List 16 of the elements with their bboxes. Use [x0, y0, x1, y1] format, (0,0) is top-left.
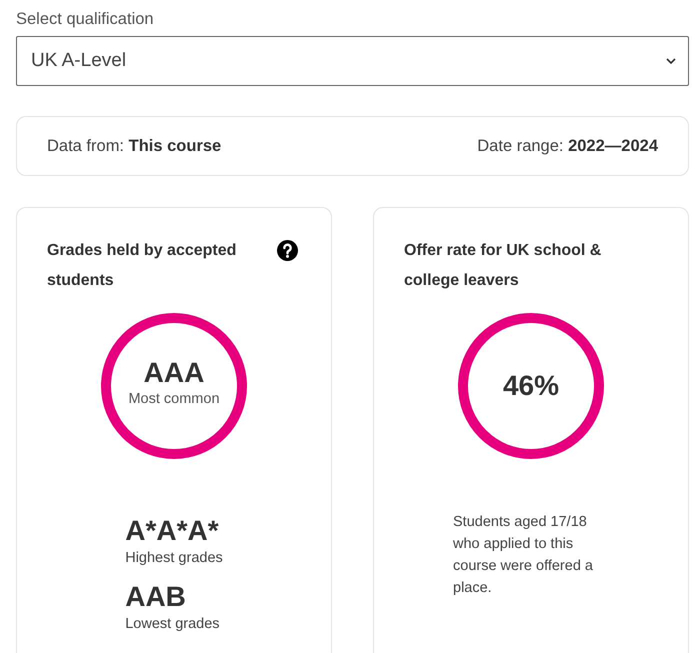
- card-title: Grades held by accepted students: [47, 241, 238, 290]
- rate-note: Students aged 17/18 who applied to this course were offered a place.: [453, 513, 594, 598]
- grade-value: AAB: [125, 580, 186, 614]
- grade-caption: Highest grades: [125, 549, 223, 568]
- grade-caption: Lowest grades: [125, 615, 220, 634]
- select-label: Select qualification: [16, 9, 154, 30]
- qualification-select[interactable]: UK A-Level: [16, 36, 689, 86]
- data-source-text: Data from: This course: [47, 136, 222, 156]
- card-title: Offer rate for UK school & college leavers: [404, 241, 602, 290]
- headline-value: AAA: [144, 356, 204, 390]
- grade-value: A*A*A*: [125, 514, 219, 548]
- help-icon[interactable]: [277, 240, 298, 261]
- headline-value: 46%: [502, 369, 560, 403]
- date-range-text: Date range: 2022—2024: [477, 136, 658, 156]
- headline-caption: Most common: [128, 390, 220, 408]
- chevron-down-icon: [666, 58, 676, 64]
